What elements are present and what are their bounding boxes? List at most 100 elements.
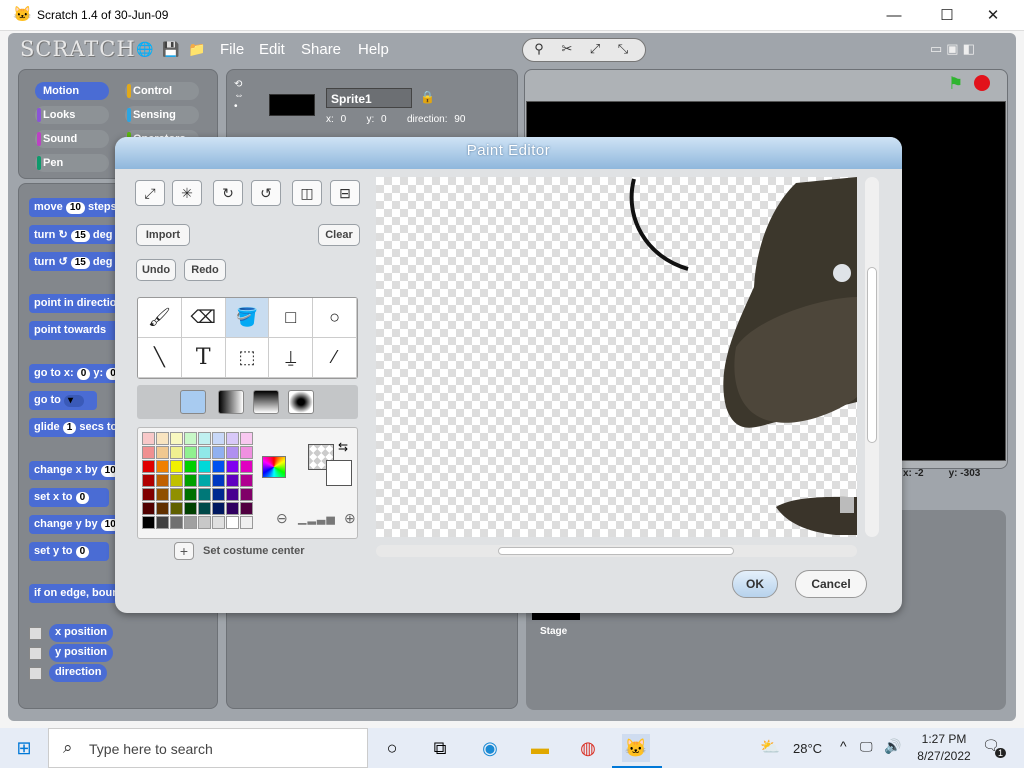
maximize-button[interactable]: ☐ (924, 0, 970, 31)
category-motion[interactable]: Motion (35, 82, 109, 100)
color-swatch[interactable] (156, 432, 169, 445)
color-swatch[interactable] (184, 432, 197, 445)
zoom-out-icon[interactable]: ⊖ (276, 510, 288, 527)
color-picker-icon[interactable] (262, 456, 286, 478)
category-sensing[interactable]: Sensing (125, 106, 199, 124)
swap-colors-icon[interactable]: ⇆ (338, 440, 348, 454)
block-set-y[interactable]: set y to 0 (29, 542, 109, 561)
grow-tool-icon[interactable]: ⤢ (585, 41, 605, 59)
color-swatch[interactable] (142, 446, 155, 459)
block-goto[interactable]: go to ▾ (29, 391, 97, 410)
volume-icon[interactable]: 🔊 (884, 738, 901, 755)
color-swatch[interactable] (142, 502, 155, 515)
menu-edit[interactable]: Edit (259, 41, 285, 58)
color-swatch[interactable] (184, 488, 197, 501)
select-icon[interactable]: ⬚ (225, 338, 270, 378)
scratch-taskbar-icon[interactable]: 🐱 (622, 734, 650, 762)
reporter-x-position[interactable]: x position (49, 624, 113, 642)
shrink-tool-icon[interactable]: ⤡ (613, 41, 633, 59)
clear-button[interactable]: Clear (318, 224, 360, 246)
taskbar-search[interactable]: ⌕ Type here to search (48, 728, 368, 768)
color-swatch[interactable] (184, 446, 197, 459)
vertical-scroll-thumb[interactable] (867, 267, 877, 443)
horizontal-scroll-thumb[interactable] (498, 547, 734, 555)
color-swatch[interactable] (240, 488, 253, 501)
color-swatch[interactable] (226, 446, 239, 459)
color-swatch[interactable] (212, 474, 225, 487)
paintbrush-icon[interactable]: 🖌 (138, 298, 182, 338)
close-button[interactable]: ✕ (970, 0, 1016, 31)
set-costume-center-label[interactable]: Set costume center (203, 545, 304, 557)
color-swatch[interactable] (198, 460, 211, 473)
brush-size-icon[interactable]: ▁▂▃▅ (298, 512, 336, 525)
menu-file[interactable]: File (220, 41, 244, 58)
costume-center-icon[interactable]: + (174, 542, 194, 560)
flip-vertical-icon[interactable]: ⊟ (330, 180, 360, 206)
color-swatch[interactable] (226, 502, 239, 515)
shrink-icon[interactable]: ✳ (172, 180, 202, 206)
color-swatch[interactable] (170, 474, 183, 487)
color-swatch[interactable] (240, 502, 253, 515)
lock-icon[interactable]: 🔒 (420, 90, 435, 104)
network-icon[interactable]: 🖵 (860, 739, 873, 755)
grow-icon[interactable]: ⤢ (135, 180, 165, 206)
menu-help[interactable]: Help (358, 41, 389, 58)
line-icon[interactable]: ╲ (138, 338, 182, 378)
eyedropper-icon[interactable]: ⁄ (313, 338, 357, 378)
clock-date[interactable]: 8/27/2022 (910, 749, 978, 763)
category-sound[interactable]: Sound (35, 130, 109, 148)
minimize-button[interactable]: — (871, 0, 917, 31)
color-swatch[interactable] (240, 460, 253, 473)
color-swatch[interactable] (156, 460, 169, 473)
category-control[interactable]: Control (125, 82, 199, 100)
color-swatch[interactable] (240, 516, 253, 529)
color-swatch[interactable] (198, 502, 211, 515)
chrome-icon[interactable]: ◍ (574, 734, 602, 762)
stamp-icon[interactable]: ⍊ (269, 338, 314, 378)
color-swatch[interactable] (156, 446, 169, 459)
clock-time[interactable]: 1:27 PM (917, 732, 971, 746)
rotation-style-icons[interactable]: ⟲ ⇔ • (234, 79, 244, 112)
save-icon[interactable]: 💾 (162, 40, 180, 58)
color-swatch[interactable] (184, 474, 197, 487)
color-swatch[interactable] (156, 516, 169, 529)
color-swatch[interactable] (212, 488, 225, 501)
color-swatch[interactable] (198, 488, 211, 501)
color-swatches[interactable] (142, 432, 254, 530)
canvas-vertical-scrollbar[interactable] (865, 177, 879, 537)
color-swatch[interactable] (240, 446, 253, 459)
color-swatch[interactable] (170, 488, 183, 501)
checkbox-x-position[interactable] (29, 627, 42, 640)
file-explorer-icon[interactable]: ▬ (526, 734, 554, 762)
color-swatch[interactable] (184, 460, 197, 473)
canvas-horizontal-scrollbar[interactable] (376, 545, 857, 557)
sprite-name-field[interactable]: Sprite1 (326, 88, 412, 108)
share-icon[interactable]: 📁 (188, 40, 206, 58)
category-looks[interactable]: Looks (35, 106, 109, 124)
view-mode-icons[interactable]: ▭▣◧ (930, 41, 979, 57)
color-swatch[interactable] (198, 446, 211, 459)
task-view-icon[interactable]: ⧉ (426, 734, 454, 762)
rectangle-icon[interactable]: □ (269, 298, 314, 338)
globe-icon[interactable]: 🌐 (136, 40, 154, 58)
color-swatch[interactable] (170, 432, 183, 445)
color-swatch[interactable] (170, 446, 183, 459)
color-swatch[interactable] (198, 516, 211, 529)
color-swatch[interactable] (170, 460, 183, 473)
zoom-in-icon[interactable]: ⊕ (344, 510, 356, 527)
color-swatch[interactable] (226, 488, 239, 501)
color-swatch[interactable] (142, 474, 155, 487)
color-swatch[interactable] (142, 460, 155, 473)
redo-button[interactable]: Redo (184, 259, 226, 281)
color-swatch[interactable] (240, 432, 253, 445)
flip-horizontal-icon[interactable]: ◫ (292, 180, 322, 206)
menu-share[interactable]: Share (301, 41, 341, 58)
color-swatch[interactable] (170, 502, 183, 515)
stop-sign-icon[interactable] (974, 75, 990, 91)
secondary-color-well[interactable] (326, 460, 352, 486)
vertical-gradient-option[interactable] (253, 390, 279, 414)
delete-tool-icon[interactable]: ✂ (557, 41, 577, 59)
color-swatch[interactable] (212, 460, 225, 473)
rotate-ccw-icon[interactable]: ↺ (251, 180, 281, 206)
color-swatch[interactable] (240, 474, 253, 487)
